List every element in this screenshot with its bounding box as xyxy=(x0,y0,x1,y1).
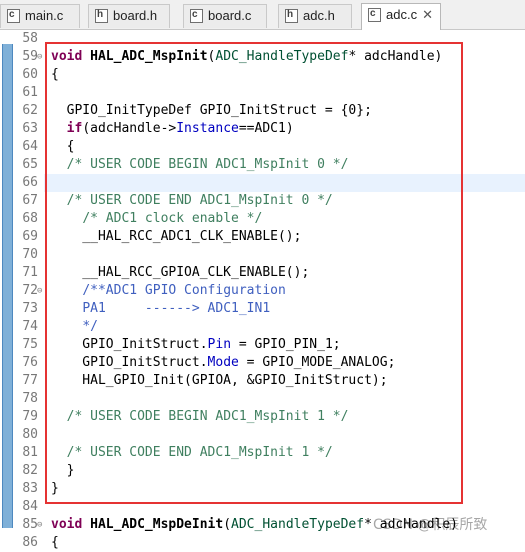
code-text: { xyxy=(51,535,59,550)
line-number: 76 xyxy=(22,355,38,370)
tab-label: main.c xyxy=(25,8,64,23)
line-number: 58 xyxy=(22,31,38,46)
line-number: 66 xyxy=(22,175,38,190)
line-number: 60 xyxy=(22,67,38,82)
line-number: 69 xyxy=(22,229,38,244)
tab-adc-h[interactable]: h adc.h xyxy=(278,4,352,28)
line-number: 62 xyxy=(22,103,38,118)
tab-adc-c[interactable]: c adc.c ✕ xyxy=(361,3,441,30)
tab-label: board.h xyxy=(113,8,158,23)
line-number: 67 xyxy=(22,193,38,208)
line-number: 82 xyxy=(22,463,38,478)
line-number: 74 xyxy=(22,319,38,334)
line-number: 63 xyxy=(22,121,38,136)
line-number: 59 xyxy=(22,49,38,64)
watermark: CSDN @积辰所致 xyxy=(373,517,488,533)
line-number: 75 xyxy=(22,337,38,352)
c-file-icon: c xyxy=(368,8,381,22)
code-editor[interactable]: 58 59 ⊖ void HAL_ADC_MspInit(ADC_HandleType… xyxy=(0,30,525,550)
line-number: 77 xyxy=(22,373,38,388)
line-number: 86 xyxy=(22,535,38,550)
line-number: 73 xyxy=(22,301,38,316)
line-number: 72 xyxy=(22,283,38,298)
tab-label: adc.c xyxy=(386,7,418,22)
c-file-icon: c xyxy=(7,9,20,23)
line-number: 70 xyxy=(22,247,38,262)
line-number: 61 xyxy=(22,85,38,100)
line-number: 84 xyxy=(22,499,38,514)
line-number: 65 xyxy=(22,157,38,172)
line-number: 83 xyxy=(22,481,38,496)
annotation-box xyxy=(45,42,463,504)
line-number: 64 xyxy=(22,139,38,154)
line-number: 79 xyxy=(22,409,38,424)
tab-board-c[interactable]: c board.c xyxy=(183,4,267,28)
line-number: 80 xyxy=(22,427,38,442)
h-file-icon: h xyxy=(95,9,108,23)
line-number: 85 xyxy=(22,517,38,532)
line-number: 81 xyxy=(22,445,38,460)
editor-tab-bar: c main.c h board.h c board.c h adc.h c a… xyxy=(0,0,525,30)
tab-main-c[interactable]: c main.c xyxy=(0,4,80,28)
h-file-icon: h xyxy=(285,9,298,23)
tab-label: adc.h xyxy=(303,8,335,23)
line-number: 78 xyxy=(22,391,38,406)
c-file-icon: c xyxy=(190,9,203,23)
tab-board-h[interactable]: h board.h xyxy=(88,4,170,28)
fold-toggle-icon[interactable]: ⊖ xyxy=(37,282,42,300)
fold-toggle-icon[interactable]: ⊖ xyxy=(37,48,42,66)
line-number: 71 xyxy=(22,265,38,280)
close-tab-icon[interactable]: ✕ xyxy=(422,4,433,26)
fold-toggle-icon[interactable]: ⊖ xyxy=(37,516,42,534)
tab-label: board.c xyxy=(208,8,252,23)
code-line[interactable]: 86 { xyxy=(0,534,525,552)
line-number: 68 xyxy=(22,211,38,226)
